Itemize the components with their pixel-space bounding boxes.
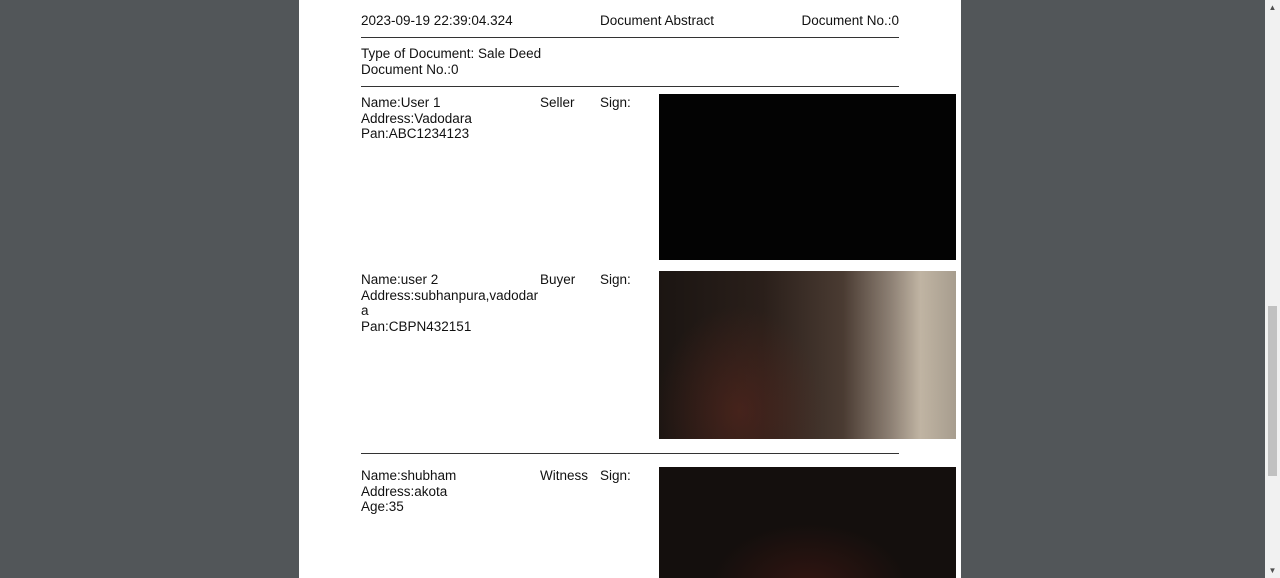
scroll-up-icon[interactable]: ▲ [1265, 0, 1280, 15]
vertical-scrollbar[interactable]: ▲ ▼ [1265, 0, 1280, 578]
party-name: Name:User 1 [361, 95, 441, 110]
party-pan: Pan:ABC1234123 [361, 126, 470, 141]
document-number: Document No.:0 [361, 62, 459, 77]
signature-photo [659, 467, 956, 578]
divider [361, 37, 899, 38]
party-address: Address:akota [361, 484, 448, 499]
party-role: Witness [540, 468, 589, 483]
sign-label: Sign: [600, 272, 631, 287]
party-name: Name:shubham [361, 468, 457, 483]
party-name: Name:user 2 [361, 272, 439, 287]
party-address-continued: a [361, 303, 369, 318]
party-age: Age:35 [361, 499, 404, 514]
party-pan: Pan:CBPN432151 [361, 319, 472, 334]
header-document-number: Document No.:0 [801, 13, 899, 28]
divider [361, 453, 899, 454]
party-address: Address:Vadodara [361, 111, 472, 126]
scrollbar-thumb[interactable] [1268, 306, 1277, 476]
document-page: 2023-09-19 22:39:04.324 Document Abstrac… [299, 0, 961, 578]
sign-label: Sign: [600, 468, 631, 483]
party-address: Address:subhanpura,vadodar [361, 288, 539, 303]
pdf-viewer: 2023-09-19 22:39:04.324 Document Abstrac… [0, 0, 1280, 578]
party-role: Seller [540, 95, 575, 110]
sign-label: Sign: [600, 95, 631, 110]
signature-photo [659, 94, 956, 260]
divider [361, 86, 899, 87]
timestamp: 2023-09-19 22:39:04.324 [361, 13, 513, 28]
party-role: Buyer [540, 272, 576, 287]
signature-photo [659, 271, 956, 439]
page-title: Document Abstract [600, 13, 715, 28]
scroll-down-icon[interactable]: ▼ [1265, 563, 1280, 578]
document-type: Type of Document: Sale Deed [361, 46, 542, 61]
